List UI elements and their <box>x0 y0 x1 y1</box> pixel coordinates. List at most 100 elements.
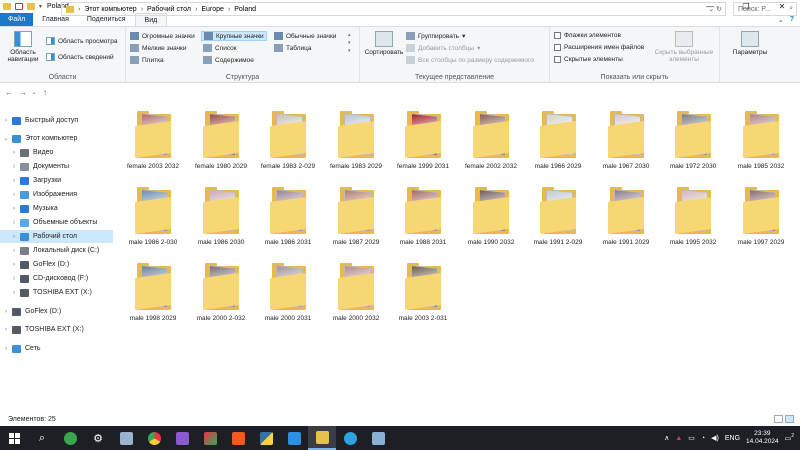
search-taskbar-icon[interactable]: ⌕ <box>28 426 56 450</box>
layout-large-icons[interactable]: Крупные значки <box>201 31 267 41</box>
group-by-button[interactable]: Группировать ▾ <box>406 32 465 40</box>
photo-app-icon[interactable] <box>168 426 196 450</box>
nav-pane-button[interactable]: Область навигации <box>4 31 42 63</box>
folder-item[interactable]: male 1985 2032 <box>728 104 794 174</box>
chevron-icon[interactable]: › <box>2 118 10 124</box>
nav-item[interactable]: › Быстрый доступ <box>0 114 113 127</box>
folder-item[interactable]: female 2003 2032 <box>120 104 186 174</box>
nav-item[interactable]: ⌄ Этот компьютер <box>0 132 113 145</box>
folder-item[interactable]: male 1987 2029 <box>323 180 389 250</box>
chevron-icon[interactable]: › <box>10 178 18 184</box>
up-arrow-icon[interactable]: ↑ <box>38 88 52 97</box>
nav-item[interactable]: › TOSHIBA EXT (X:) <box>0 286 113 299</box>
folder-item[interactable]: male 1997 2029 <box>728 180 794 250</box>
folder-item[interactable]: male 1991 2029 <box>593 180 659 250</box>
folder-item[interactable]: male 2000 2032 <box>323 256 389 326</box>
breadcrumb-poland[interactable]: Poland <box>234 6 256 13</box>
window-app-icon[interactable] <box>364 426 392 450</box>
breadcrumb-europe[interactable]: Europe <box>201 6 224 13</box>
chevron-icon[interactable]: › <box>10 234 18 240</box>
telegram-app-icon[interactable] <box>336 426 364 450</box>
sort-button[interactable]: Сортировать <box>364 31 404 56</box>
folder-item[interactable]: male 1986 2030 <box>188 180 254 250</box>
help-icon[interactable]: ? <box>790 16 794 23</box>
layout-details[interactable]: Таблица <box>274 44 312 52</box>
python-app-icon[interactable] <box>252 426 280 450</box>
nav-item[interactable]: › Видео <box>0 146 113 159</box>
hide-selected-button[interactable]: Скрыть выбранные элементы <box>654 31 714 63</box>
size-columns-button[interactable]: Все столбцы по размеру содержимого <box>406 56 534 64</box>
layout-small-icons[interactable]: Мелкие значки <box>130 44 186 52</box>
layout-scroll[interactable]: ▴ ▾ ▾ <box>348 31 354 55</box>
chevron-icon[interactable]: › <box>10 206 18 212</box>
properties-icon[interactable] <box>15 3 23 10</box>
folder-item[interactable]: male 1967 2030 <box>593 104 659 174</box>
chevron-icon[interactable]: › <box>2 346 10 352</box>
nav-item[interactable]: › GoFlex (D:) <box>0 258 113 271</box>
folder-item[interactable]: male 1986 2031 <box>255 180 321 250</box>
nav-item[interactable]: › TOSHIBA EXT (X:) <box>0 323 113 336</box>
folder-item[interactable]: female 1980 2029 <box>188 104 254 174</box>
collapse-ribbon-icon[interactable]: ⌄ <box>778 16 784 24</box>
security-icon[interactable]: ▲ <box>675 435 682 442</box>
clock[interactable]: 23:39 14.04.2024 <box>746 430 779 446</box>
nav-item[interactable]: › Загрузки <box>0 174 113 187</box>
search-input[interactable]: Поиск: P... ⌕ <box>733 2 797 16</box>
layout-content[interactable]: Содержимое <box>203 56 254 64</box>
nav-item[interactable]: › Изображения <box>0 188 113 201</box>
chevron-icon[interactable]: › <box>10 164 18 170</box>
layout-list[interactable]: Список <box>203 44 237 52</box>
folder-item[interactable]: male 1972 2030 <box>660 104 726 174</box>
chevron-icon[interactable]: › <box>10 262 18 268</box>
address-bar[interactable]: › Этот компьютер › Рабочий стол › Europe… <box>61 2 726 16</box>
forward-arrow-icon[interactable]: → <box>16 88 30 97</box>
refresh-icon[interactable]: ⌄ ↻ <box>708 5 722 13</box>
nav-item[interactable]: › Рабочий стол <box>0 230 113 243</box>
chevron-icon[interactable]: › <box>10 192 18 198</box>
battery-icon[interactable]: ▭ <box>688 434 695 442</box>
torrent-app-icon[interactable] <box>56 426 84 450</box>
hidden-items-toggle[interactable]: Скрытые элементы <box>554 56 623 63</box>
folder-item[interactable]: male 1995 2032 <box>660 180 726 250</box>
chevron-icon[interactable]: › <box>10 220 18 226</box>
options-button[interactable]: Параметры <box>728 31 772 56</box>
folder-item[interactable]: male 1966 2029 <box>525 104 591 174</box>
gallery-app-icon[interactable] <box>196 426 224 450</box>
folder-item[interactable]: male 2003 2-031 <box>390 256 456 326</box>
network-tray-icon[interactable]: ◔ <box>701 435 705 442</box>
chevron-icon[interactable]: › <box>2 309 10 315</box>
large-icons-view-icon[interactable] <box>785 415 794 423</box>
folder-item[interactable]: male 1991 2-029 <box>525 180 591 250</box>
details-view-icon[interactable] <box>774 415 783 423</box>
folder-icon[interactable] <box>3 3 11 10</box>
notifications-icon[interactable]: ▭2 <box>785 433 794 442</box>
item-checkboxes-toggle[interactable]: Флажки элементов <box>554 32 621 39</box>
qa-dropdown-icon[interactable]: ▾ <box>39 3 42 10</box>
folder-item[interactable]: male 2000 2031 <box>255 256 321 326</box>
add-columns-button[interactable]: Добавить столбцы ▾ <box>406 44 480 52</box>
chevron-icon[interactable]: ⌄ <box>2 135 10 142</box>
folder-item[interactable]: female 1983 2029 <box>323 104 389 174</box>
folder-item[interactable]: male 1986 2-030 <box>120 180 186 250</box>
preview-pane-button[interactable]: Область просмотра <box>46 37 117 45</box>
tab-file[interactable]: Файл <box>0 13 34 26</box>
nav-item[interactable]: › GoFlex (D:) <box>0 305 113 318</box>
volume-icon[interactable]: ◀) <box>711 434 719 442</box>
folder-item[interactable]: female 1983 2-029 <box>255 104 321 174</box>
nav-item[interactable]: › Объемные объекты <box>0 216 113 229</box>
folder-item[interactable]: male 2000 2-032 <box>188 256 254 326</box>
file-extensions-toggle[interactable]: Расширения имен файлов <box>554 44 644 51</box>
chevron-icon[interactable]: › <box>2 327 10 333</box>
nav-item[interactable]: › CD-дисковод (F:) <box>0 272 113 285</box>
chrome-app-icon[interactable] <box>140 426 168 450</box>
recent-dropdown-icon[interactable]: ⌄ <box>30 89 38 96</box>
nav-item[interactable]: › Музыка <box>0 202 113 215</box>
layout-tiles[interactable]: Плитка <box>130 56 164 64</box>
breadcrumb-desktop[interactable]: Рабочий стол <box>147 6 191 13</box>
folder-item[interactable]: female 2002 2032 <box>458 104 524 174</box>
nav-item[interactable]: › Локальный диск (C:) <box>0 244 113 257</box>
nav-item[interactable]: › Документы <box>0 160 113 173</box>
brave-browser-icon[interactable] <box>224 426 252 450</box>
layout-medium-icons[interactable]: Обычные значки <box>274 32 336 40</box>
chevron-icon[interactable]: › <box>10 150 18 156</box>
